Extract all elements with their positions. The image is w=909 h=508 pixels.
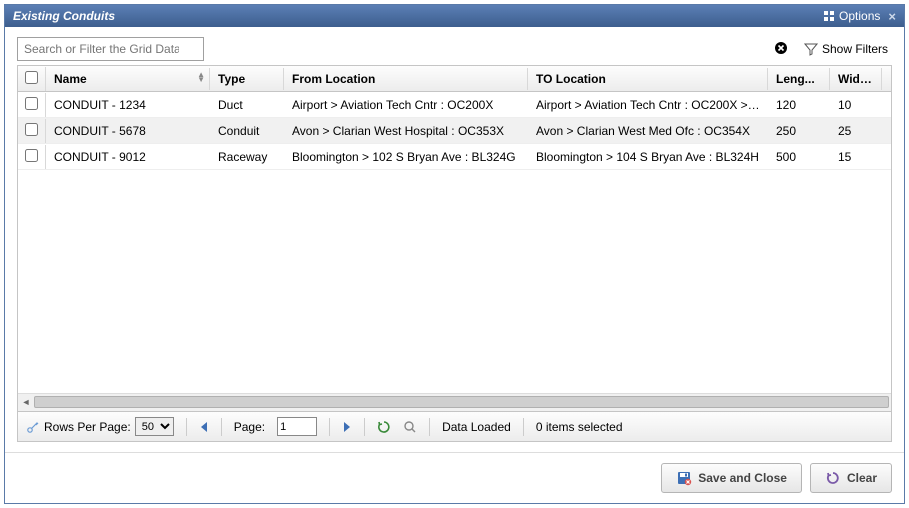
cell-name: CONDUIT - 5678 (46, 120, 210, 142)
cell-name: CONDUIT - 1234 (46, 94, 210, 116)
cell-to: Airport > Aviation Tech Cntr : OC200X > … (528, 94, 768, 116)
table-row[interactable]: CONDUIT - 5678 Conduit Avon > Clarian We… (18, 118, 891, 144)
cell-from: Airport > Aviation Tech Cntr : OC200X (284, 94, 528, 116)
header-to-label: TO Location (536, 72, 606, 86)
next-icon (342, 421, 352, 433)
cell-type: Raceway (210, 146, 284, 168)
cell-length: 250 (768, 120, 830, 142)
search-clear-button[interactable] (774, 41, 788, 55)
save-label: Save and Close (698, 471, 787, 485)
clear-refresh-icon (825, 470, 841, 486)
save-and-close-button[interactable]: Save and Close (661, 463, 802, 493)
scroll-thumb[interactable] (34, 396, 889, 408)
horizontal-scrollbar[interactable]: ◄ (18, 393, 891, 411)
header-length[interactable]: Leng... (768, 68, 830, 90)
clear-icon (774, 41, 788, 55)
separator (221, 418, 222, 436)
next-page-button[interactable] (342, 421, 352, 433)
separator (523, 418, 524, 436)
show-filters-label: Show Filters (822, 42, 888, 56)
options-button[interactable]: Options (823, 9, 880, 23)
search-wrap (17, 37, 794, 61)
header-type[interactable]: Type (210, 68, 284, 90)
search-input[interactable] (17, 37, 204, 61)
funnel-icon (804, 42, 818, 56)
cell-length: 120 (768, 94, 830, 116)
grid-pager: Rows Per Page: 50 Page: (18, 411, 891, 441)
grid-options-icon (823, 10, 835, 22)
separator (186, 418, 187, 436)
cell-from: Bloomington > 102 S Bryan Ave : BL324G (284, 146, 528, 168)
scroll-left-icon: ◄ (20, 396, 32, 408)
header-name[interactable]: Name ▲▼ (46, 68, 210, 90)
cell-name: CONDUIT - 9012 (46, 146, 210, 168)
separator (429, 418, 430, 436)
header-width-label: Widt... (838, 72, 874, 86)
header-length-label: Leng... (776, 72, 815, 86)
header-from[interactable]: From Location (284, 68, 528, 90)
cell-width: 10 (830, 94, 882, 116)
cell-type: Duct (210, 94, 284, 116)
rows-per-page-select[interactable]: 50 (135, 417, 174, 436)
pager-status: Data Loaded (442, 420, 511, 434)
cell-width: 25 (830, 120, 882, 142)
save-icon (676, 470, 692, 486)
cell-width: 15 (830, 146, 882, 168)
clear-button[interactable]: Clear (810, 463, 892, 493)
search-row: Show Filters (17, 37, 892, 61)
pager-selection: 0 items selected (536, 420, 623, 434)
row-checkbox[interactable] (25, 123, 38, 136)
header-type-label: Type (218, 72, 245, 86)
page-input[interactable] (277, 417, 317, 436)
refresh-icon (377, 420, 391, 434)
grid-header-row: Name ▲▼ Type From Location TO Location L… (18, 66, 891, 92)
options-label: Options (839, 9, 880, 23)
header-to[interactable]: TO Location (528, 68, 768, 90)
title-bar: Existing Conduits Options × (5, 5, 904, 27)
header-name-label: Name (54, 72, 87, 86)
magnifier-icon (403, 420, 417, 434)
separator (364, 418, 365, 436)
separator (329, 418, 330, 436)
zoom-button[interactable] (403, 420, 417, 434)
header-width[interactable]: Widt... (830, 68, 882, 90)
data-grid: Name ▲▼ Type From Location TO Location L… (17, 65, 892, 442)
cell-from: Avon > Clarian West Hospital : OC353X (284, 120, 528, 142)
select-all-checkbox[interactable] (25, 71, 38, 84)
refresh-button[interactable] (377, 420, 391, 434)
close-button[interactable]: × (888, 9, 896, 24)
table-row[interactable]: CONDUIT - 1234 Duct Airport > Aviation T… (18, 92, 891, 118)
cell-to: Avon > Clarian West Med Ofc : OC354X (528, 120, 768, 142)
cell-to: Bloomington > 104 S Bryan Ave : BL324H (528, 146, 768, 168)
dialog-window: Existing Conduits Options × Show Filters (4, 4, 905, 504)
header-from-label: From Location (292, 72, 375, 86)
grid-body: CONDUIT - 1234 Duct Airport > Aviation T… (18, 92, 891, 393)
sort-icon: ▲▼ (197, 72, 205, 82)
key-icon (26, 420, 40, 434)
window-title: Existing Conduits (13, 9, 823, 23)
rows-per-page-label: Rows Per Page: (44, 420, 131, 434)
table-row[interactable]: CONDUIT - 9012 Raceway Bloomington > 102… (18, 144, 891, 170)
row-checkbox[interactable] (25, 97, 38, 110)
dialog-content: Show Filters Name ▲▼ Type From Location … (5, 27, 904, 452)
prev-icon (199, 421, 209, 433)
header-checkbox-cell (18, 67, 46, 91)
dialog-footer: Save and Close Clear (5, 452, 904, 503)
show-filters-button[interactable]: Show Filters (800, 42, 892, 56)
prev-page-button[interactable] (199, 421, 209, 433)
page-label: Page: (234, 420, 265, 434)
cell-length: 500 (768, 146, 830, 168)
clear-label: Clear (847, 471, 877, 485)
row-checkbox[interactable] (25, 149, 38, 162)
cell-type: Conduit (210, 120, 284, 142)
